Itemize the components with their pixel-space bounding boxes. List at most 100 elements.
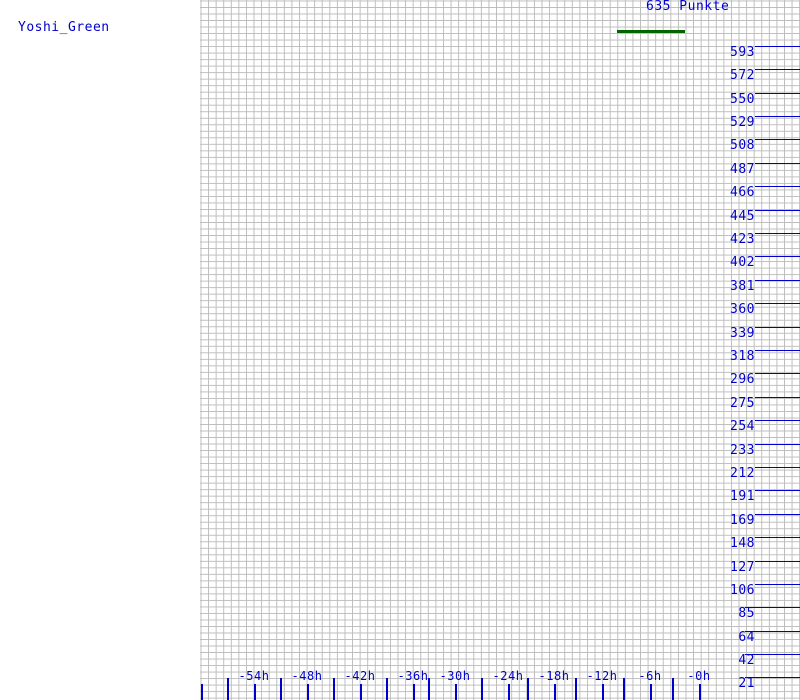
y-axis-tick: 466 bbox=[700, 186, 800, 200]
x-axis-tick-label: -18h bbox=[538, 669, 570, 683]
x-axis-minor-tick bbox=[306, 684, 309, 700]
x-axis-minor-tick bbox=[507, 684, 510, 700]
y-axis-tick: 106 bbox=[700, 584, 800, 598]
y-axis-tick-label: 296 bbox=[730, 372, 755, 387]
y-axis-tick-label: 508 bbox=[730, 138, 755, 153]
y-axis-tick: 275 bbox=[700, 397, 800, 411]
x-axis-major-tick bbox=[527, 678, 529, 700]
y-axis-tick: 381 bbox=[700, 280, 800, 294]
x-axis-tick-label: -0h bbox=[687, 669, 711, 683]
y-axis-tick: 550 bbox=[700, 93, 800, 107]
y-axis-tick-rule bbox=[755, 561, 800, 562]
y-axis-tick-rule bbox=[755, 280, 800, 281]
y-axis-tick-label: 275 bbox=[730, 396, 755, 411]
x-axis-tick-label: -24h bbox=[492, 669, 524, 683]
y-axis-tick: 572 bbox=[700, 69, 800, 83]
y-axis-tick-rule bbox=[755, 420, 800, 421]
y-axis-tick-rule bbox=[745, 654, 800, 655]
y-axis-tick: 42 bbox=[700, 654, 800, 668]
y-axis-tick-label: 42 bbox=[738, 653, 755, 668]
rrdtool-graph-screenshot: Yoshi_Green 635 Punkte 593 572 550 529 508 48… bbox=[0, 0, 800, 700]
y-axis-tick-label: 64 bbox=[738, 630, 755, 645]
y-axis-tick-rule bbox=[755, 373, 800, 374]
x-axis-tick-label: -54h bbox=[238, 669, 270, 683]
x-axis-tick-label: -30h bbox=[439, 669, 471, 683]
x-axis-minor-tick bbox=[253, 684, 256, 700]
y-axis-tick: 508 bbox=[700, 139, 800, 153]
y-axis-tick-label: 445 bbox=[730, 209, 755, 224]
legend-color-swatch bbox=[617, 30, 685, 33]
x-axis-tick-label: -42h bbox=[344, 669, 376, 683]
y-axis-tick-label: 423 bbox=[730, 232, 755, 247]
y-axis-tick-rule bbox=[755, 163, 800, 164]
y-axis-tick: 64 bbox=[700, 631, 800, 645]
y-axis-tick-label: 572 bbox=[730, 68, 755, 83]
y-axis-tick-label: 106 bbox=[730, 583, 755, 598]
y-axis-tick-label: 402 bbox=[730, 255, 755, 270]
y-axis-tick-label: 466 bbox=[730, 185, 755, 200]
x-axis-tick-label: -36h bbox=[397, 669, 429, 683]
y-axis-tick-label: 550 bbox=[730, 92, 755, 107]
y-axis-tick: 423 bbox=[700, 233, 800, 247]
y-axis-tick-label: 318 bbox=[730, 349, 755, 364]
x-axis-minor-tick bbox=[412, 684, 415, 700]
y-axis-tick-label: 148 bbox=[730, 536, 755, 551]
y-axis-tick-label: 339 bbox=[730, 326, 755, 341]
y-axis-tick: 85 bbox=[700, 607, 800, 621]
chart-title: 635 Punkte bbox=[646, 0, 730, 14]
y-axis-tick-label: 360 bbox=[730, 302, 755, 317]
series-name-label: Yoshi_Green bbox=[18, 20, 110, 35]
y-axis-tick-label: 127 bbox=[730, 560, 755, 575]
x-axis-major-tick bbox=[481, 678, 483, 700]
x-axis-minor-tick bbox=[649, 684, 652, 700]
y-axis-tick-label: 21 bbox=[738, 676, 755, 691]
x-axis-major-tick bbox=[280, 678, 282, 700]
y-axis-tick-label: 254 bbox=[730, 419, 755, 434]
y-axis-tick: 21 bbox=[700, 677, 800, 691]
y-axis-tick-rule bbox=[745, 677, 800, 678]
y-axis-tick-rule bbox=[745, 631, 800, 632]
x-axis-major-tick bbox=[623, 678, 625, 700]
x-axis-minor-tick bbox=[200, 684, 203, 700]
y-axis-tick: 318 bbox=[700, 350, 800, 364]
y-axis-tick-rule bbox=[755, 467, 800, 468]
y-axis-tick-rule bbox=[745, 607, 800, 608]
y-axis-tick: 127 bbox=[700, 561, 800, 575]
y-axis-tick-label: 191 bbox=[730, 489, 755, 504]
y-axis-tick: 360 bbox=[700, 303, 800, 317]
y-axis-tick: 487 bbox=[700, 163, 800, 177]
y-axis-tick-rule bbox=[755, 69, 800, 70]
x-axis-minor-tick bbox=[553, 684, 556, 700]
y-axis-tick-rule bbox=[755, 116, 800, 117]
y-axis-tick-rule bbox=[755, 139, 800, 140]
y-axis-tick-label: 487 bbox=[730, 162, 755, 177]
y-axis-tick-rule bbox=[755, 303, 800, 304]
x-axis-major-tick bbox=[227, 678, 229, 700]
x-axis-minor-tick bbox=[601, 684, 604, 700]
y-axis-tick: 296 bbox=[700, 373, 800, 387]
x-axis-major-tick bbox=[672, 678, 674, 700]
x-axis-major-tick bbox=[333, 678, 335, 700]
y-axis-tick-rule bbox=[755, 210, 800, 211]
y-axis-tick: 191 bbox=[700, 490, 800, 504]
y-axis-tick-rule bbox=[755, 186, 800, 187]
y-axis-tick: 445 bbox=[700, 210, 800, 224]
y-axis-tick: 593 bbox=[700, 46, 800, 60]
y-axis-tick-label: 169 bbox=[730, 513, 755, 528]
x-axis-minor-tick bbox=[698, 684, 701, 700]
y-axis-tick-rule bbox=[755, 46, 800, 47]
y-axis-tick: 402 bbox=[700, 256, 800, 270]
y-axis-tick: 233 bbox=[700, 444, 800, 458]
x-axis-tick-label: -6h bbox=[638, 669, 662, 683]
y-axis-tick: 169 bbox=[700, 514, 800, 528]
y-axis-tick-label: 593 bbox=[730, 45, 755, 60]
y-axis-tick-label: 381 bbox=[730, 279, 755, 294]
x-axis-major-tick bbox=[575, 678, 577, 700]
y-axis-tick-label: 233 bbox=[730, 443, 755, 458]
y-axis-tick-rule bbox=[755, 514, 800, 515]
y-axis-tick: 339 bbox=[700, 327, 800, 341]
y-axis-tick-rule bbox=[755, 350, 800, 351]
y-axis-tick-label: 212 bbox=[730, 466, 755, 481]
x-axis-tick-label: -12h bbox=[586, 669, 618, 683]
y-axis-tick-label: 529 bbox=[730, 115, 755, 130]
